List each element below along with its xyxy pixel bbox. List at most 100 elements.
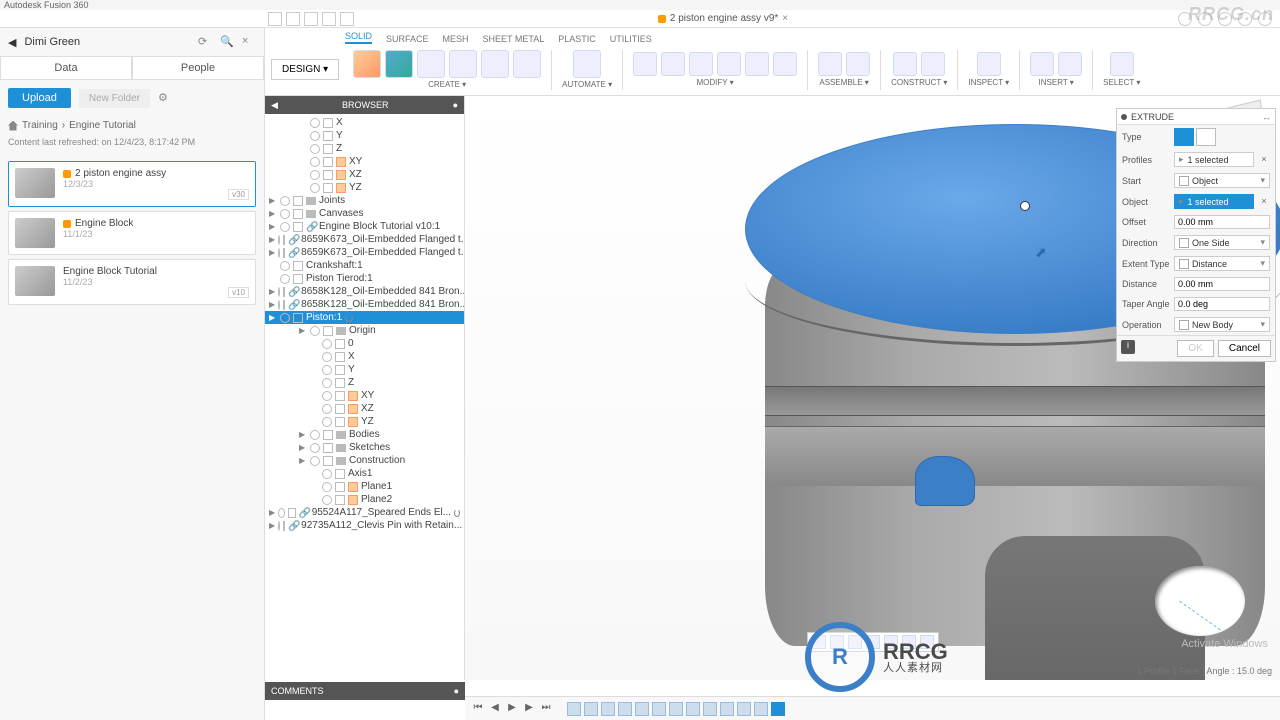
visibility-icon[interactable] xyxy=(322,482,332,492)
timeline-feature[interactable] xyxy=(703,702,717,716)
select-box-icon[interactable] xyxy=(288,508,295,518)
extrude-icon[interactable] xyxy=(385,50,413,78)
move-icon[interactable] xyxy=(773,52,797,76)
timeline-feature[interactable] xyxy=(601,702,615,716)
profiles-selector[interactable]: ▸1 selected xyxy=(1174,152,1254,167)
visibility-icon[interactable] xyxy=(322,352,332,362)
viewport-layout-icon[interactable] xyxy=(920,635,934,649)
clear-selection-icon[interactable]: × xyxy=(1258,196,1270,208)
timeline-feature[interactable] xyxy=(652,702,666,716)
search-icon[interactable]: 🔍 xyxy=(220,35,234,49)
timeline-feature[interactable] xyxy=(669,702,683,716)
select-box-icon[interactable] xyxy=(335,495,345,505)
visibility-icon[interactable] xyxy=(310,430,320,440)
clear-selection-icon[interactable]: × xyxy=(1258,154,1270,166)
timeline-feature[interactable] xyxy=(584,702,598,716)
visibility-icon[interactable] xyxy=(322,365,332,375)
sketch-profile-selected[interactable] xyxy=(915,456,975,506)
select-box-icon[interactable] xyxy=(283,248,285,258)
select-box-icon[interactable] xyxy=(293,274,303,284)
tree-item[interactable]: ▶🔗Engine Block Tutorial v10:1 xyxy=(265,220,464,233)
orbit-icon[interactable] xyxy=(812,635,826,649)
select-box-icon[interactable] xyxy=(283,300,285,310)
select-box-icon[interactable] xyxy=(283,287,285,297)
breadcrumb[interactable]: Training › Engine Tutorial xyxy=(0,116,264,135)
piston-ring[interactable] xyxy=(765,386,1265,416)
ribbon-tab-utilities[interactable]: UTILITIES xyxy=(610,34,652,44)
object-selector[interactable]: ▸1 selected xyxy=(1174,194,1254,209)
select-box-icon[interactable] xyxy=(335,365,345,375)
active-document-tab[interactable]: 2 piston engine assy v9* × xyxy=(658,13,788,24)
user-icon[interactable] xyxy=(1238,12,1252,26)
file-card[interactable]: 2 piston engine assy 12/3/23 v30 xyxy=(8,161,256,207)
tab-data[interactable]: Data xyxy=(0,56,132,80)
ribbon-tab-plastic[interactable]: PLASTIC xyxy=(558,34,596,44)
redo-icon[interactable] xyxy=(340,12,354,26)
info-icon[interactable]: i xyxy=(1121,340,1135,354)
tree-item[interactable]: Piston Tierod:1 xyxy=(265,272,464,285)
chamfer-icon[interactable] xyxy=(689,52,713,76)
start-dropdown[interactable]: Object▾ xyxy=(1174,173,1270,188)
fillet-icon[interactable] xyxy=(661,52,685,76)
select-box-icon[interactable] xyxy=(335,352,345,362)
group-label[interactable]: CONSTRUCT ▾ xyxy=(891,78,947,87)
measure-icon[interactable] xyxy=(977,52,1001,76)
wrist-pin-hole[interactable] xyxy=(1155,566,1245,636)
tree-item[interactable]: X xyxy=(265,350,464,363)
timeline-back-icon[interactable]: ◀ xyxy=(488,702,502,716)
sweep-icon[interactable] xyxy=(449,50,477,78)
back-icon[interactable]: ◀ xyxy=(8,36,16,49)
timeline-fwd-icon[interactable]: ▶ xyxy=(522,702,536,716)
visibility-icon[interactable] xyxy=(310,183,320,193)
visibility-icon[interactable] xyxy=(322,469,332,479)
timeline-feature[interactable] xyxy=(686,702,700,716)
tree-item[interactable]: 0 xyxy=(265,337,464,350)
visibility-icon[interactable] xyxy=(280,222,290,232)
tree-item[interactable]: XZ xyxy=(265,402,464,415)
crumb-0[interactable]: Training xyxy=(22,120,58,131)
ribbon-tab-sheetmetal[interactable]: SHEET METAL xyxy=(483,34,545,44)
timeline-feature[interactable] xyxy=(754,702,768,716)
tree-item[interactable]: YZ xyxy=(265,415,464,428)
timeline-feature[interactable] xyxy=(720,702,734,716)
select-box-icon[interactable] xyxy=(293,196,303,206)
ok-button[interactable]: OK xyxy=(1177,340,1213,357)
select-box-icon[interactable] xyxy=(293,209,303,219)
new-folder-button[interactable]: New Folder xyxy=(79,89,150,108)
tab-people[interactable]: People xyxy=(132,56,264,80)
expand-icon[interactable]: ● xyxy=(454,686,459,696)
timeline-feature[interactable] xyxy=(635,702,649,716)
select-box-icon[interactable] xyxy=(335,482,345,492)
origin-point-icon[interactable] xyxy=(1020,201,1030,211)
offset-input[interactable] xyxy=(1174,215,1270,229)
timeline-start-icon[interactable]: ⏮ xyxy=(471,702,485,716)
create-sketch-icon[interactable] xyxy=(353,50,381,78)
timeline-play-icon[interactable]: ▶ xyxy=(505,702,519,716)
distance-input[interactable] xyxy=(1174,277,1270,291)
select-box-icon[interactable] xyxy=(335,469,345,479)
visibility-icon[interactable] xyxy=(278,300,280,310)
visibility-icon[interactable] xyxy=(322,495,332,505)
visibility-icon[interactable] xyxy=(310,118,320,128)
visibility-icon[interactable] xyxy=(280,209,290,219)
select-icon[interactable] xyxy=(1110,52,1134,76)
select-box-icon[interactable] xyxy=(323,456,333,466)
select-box-icon[interactable] xyxy=(335,417,345,427)
visibility-icon[interactable] xyxy=(310,144,320,154)
visibility-icon[interactable] xyxy=(310,157,320,167)
help-icon[interactable] xyxy=(1258,12,1272,26)
piston-ring[interactable] xyxy=(765,426,1265,486)
visibility-icon[interactable] xyxy=(278,248,280,258)
group-label[interactable]: CREATE ▾ xyxy=(428,80,466,89)
select-box-icon[interactable] xyxy=(283,521,285,531)
group-label[interactable]: INSPECT ▾ xyxy=(968,78,1009,87)
save-icon[interactable] xyxy=(286,12,300,26)
upload-button[interactable]: Upload xyxy=(8,88,71,108)
file-card[interactable]: Engine Block 11/1/23 xyxy=(8,211,256,255)
refresh-icon[interactable]: ⟳ xyxy=(198,35,212,49)
select-box-icon[interactable] xyxy=(293,261,303,271)
tree-item[interactable]: ▶Canvases xyxy=(265,207,464,220)
comments-bar[interactable]: COMMENTS ● xyxy=(265,682,465,700)
timeline-feature[interactable] xyxy=(567,702,581,716)
tree-item[interactable]: ▶🔗8658K128_Oil-Embedded 841 Bron... xyxy=(265,285,464,298)
